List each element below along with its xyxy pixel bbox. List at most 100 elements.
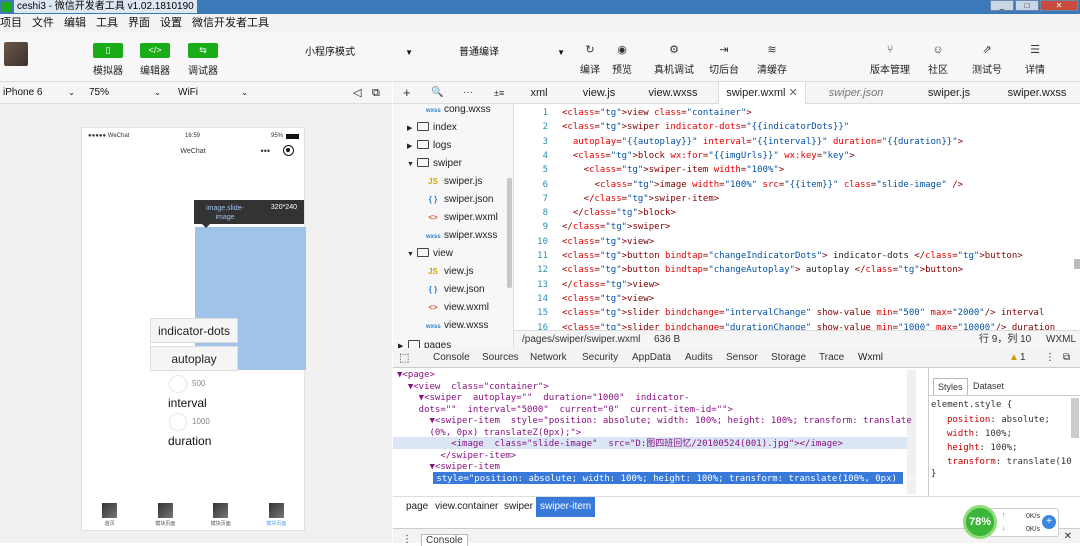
- code-editor[interactable]: 1 2 3 4 5 6 7 8 9 10 11 12 13 14 15 16 <class="tg">view…: [514, 104, 1080, 330]
- wxml-node-line[interactable]: <image class="slide-image" src="D:图四班回忆/…: [397, 439, 843, 451]
- network-select[interactable]: WiFi ⌄: [178, 82, 248, 104]
- breadcrumb-swiper[interactable]: swiper: [504, 497, 533, 517]
- console-tab[interactable]: Console: [421, 534, 468, 546]
- menu-file[interactable]: 文件: [32, 14, 54, 32]
- zoom-select[interactable]: 75% ⌄: [89, 82, 161, 104]
- editor-tab-view-wxss[interactable]: view.wxss: [637, 82, 709, 104]
- editor-button[interactable]: </> 编辑器: [135, 43, 175, 77]
- wxml-node-line[interactable]: (0%, 0px) translateZ(0px);">: [397, 428, 582, 440]
- tree-item-cong-wxss[interactable]: wxss cong.wxss: [426, 104, 491, 119]
- tree-item-swiper-json[interactable]: { } swiper.json: [426, 191, 494, 209]
- mode-select[interactable]: 小程序模式 ▼: [305, 45, 413, 61]
- code-line[interactable]: <class="tg">button bindtap="changeIndica…: [562, 249, 1023, 263]
- style-property-width[interactable]: width: 100%;: [947, 427, 1072, 441]
- inspect-icon[interactable]: ⬚: [399, 348, 409, 368]
- avatar[interactable]: [4, 42, 28, 66]
- code-line[interactable]: autoplay="{{autoplay}}" interval="{{inte…: [562, 135, 963, 149]
- style-property-transform[interactable]: transform: translate(10: [947, 455, 1072, 469]
- more-icon[interactable]: •••: [261, 146, 270, 156]
- tree-item-swiper-wxss[interactable]: wxss swiper.wxss: [426, 227, 497, 245]
- tree-item-index[interactable]: ▶ index: [407, 119, 457, 137]
- code-line[interactable]: </class="tg">swiper-item>: [562, 192, 720, 206]
- devtools-tab-security[interactable]: Security: [582, 348, 618, 368]
- tree-item-swiper[interactable]: ▼ swiper: [407, 155, 462, 173]
- wxml-node-line[interactable]: ▼<swiper-item: [397, 462, 500, 474]
- tab-dataset[interactable]: Dataset: [973, 381, 1004, 391]
- search-icon[interactable]: 🔍: [431, 82, 443, 104]
- styles-scrollbar[interactable]: [1071, 398, 1079, 438]
- menu-edit[interactable]: 编辑: [64, 14, 86, 32]
- tab-module-1[interactable]: 模块页面: [138, 500, 194, 530]
- more-vertical-icon[interactable]: ⋮: [402, 534, 412, 545]
- tree-item-view-wxml[interactable]: <> view.wxml: [426, 299, 489, 317]
- simulator-button[interactable]: ▯ 模拟器: [88, 43, 128, 77]
- close-window-button[interactable]: ✕: [1040, 0, 1078, 11]
- community-button[interactable]: ☺ 社区: [918, 43, 958, 76]
- wxml-node-line[interactable]: style="position: absolute; width: 100%; …: [393, 474, 918, 486]
- volume-icon[interactable]: ◁: [353, 82, 361, 104]
- code-line[interactable]: <class="tg">button bindtap="changeAutopl…: [562, 263, 963, 277]
- editor-tab-swiper-json[interactable]: swiper.json: [814, 82, 898, 104]
- breadcrumb-view-container[interactable]: view.container: [435, 497, 498, 517]
- tab-styles[interactable]: Styles: [933, 378, 968, 395]
- close-tab-icon[interactable]: ✕: [786, 87, 798, 99]
- compile-select[interactable]: 普通编译 ▼: [459, 45, 565, 61]
- editor-tab-xml[interactable]: xml: [514, 82, 564, 104]
- breadcrumb-swiper-item[interactable]: swiper-item: [536, 497, 596, 517]
- code-line[interactable]: </class="tg">block>: [562, 206, 676, 220]
- devtools-tab-sensor[interactable]: Sensor: [726, 348, 758, 368]
- capsule-close-icon[interactable]: [283, 145, 294, 156]
- wxml-node-line[interactable]: </swiper-item>: [397, 451, 516, 463]
- network-monitor-widget[interactable]: ↑ 0K/s ↓ 0K/s + 78%: [963, 505, 1059, 539]
- code-line[interactable]: <class="tg">view>: [562, 235, 654, 249]
- style-property-height[interactable]: height: 100%;: [947, 441, 1072, 455]
- debugger-button[interactable]: ⇆ 调试器: [183, 43, 223, 77]
- wxml-node-line[interactable]: ▼<swiper autoplay="" duration="1000" ind…: [397, 393, 690, 405]
- code-line[interactable]: <class="tg">block wx:for="{{imgUrls}}" w…: [562, 149, 855, 163]
- tree-item-logs[interactable]: ▶ logs: [407, 137, 451, 155]
- tree-item-swiper-wxml[interactable]: <> swiper.wxml: [426, 209, 498, 227]
- style-properties[interactable]: position: absolute; width: 100%; height: 1…: [947, 413, 1072, 469]
- preview-button[interactable]: ◉ 预览: [602, 43, 642, 76]
- clear-cache-button[interactable]: ≋ 清缓存: [752, 43, 792, 76]
- background-button[interactable]: ⇥ 切后台: [704, 43, 744, 76]
- menu-settings[interactable]: 设置: [160, 14, 182, 32]
- code-line[interactable]: <class="tg">slider bindchange="durationC…: [562, 321, 1055, 331]
- tree-item-view-wxss[interactable]: wxss view.wxss: [426, 317, 488, 335]
- test-account-button[interactable]: ⇗ 测试号: [967, 43, 1007, 76]
- detach-window-icon[interactable]: ⧉: [372, 82, 380, 104]
- duration-slider-handle[interactable]: [170, 414, 186, 430]
- tree-item-view-js[interactable]: JS view.js: [426, 263, 473, 281]
- tab-module-3[interactable]: 模块页面: [249, 500, 305, 530]
- menu-devtools[interactable]: 微信开发者工具: [192, 14, 269, 32]
- devtools-tab-sources[interactable]: Sources: [482, 348, 519, 368]
- devtools-tab-wxml[interactable]: Wxml: [858, 348, 883, 370]
- editor-scrollbar[interactable]: [1074, 259, 1080, 269]
- device-select[interactable]: iPhone 6 ⌄: [3, 82, 75, 104]
- menu-project[interactable]: 项目: [0, 14, 22, 32]
- menu-tools[interactable]: 工具: [96, 14, 118, 32]
- tab-home[interactable]: 首页: [82, 500, 138, 530]
- interval-slider-handle[interactable]: [170, 376, 186, 392]
- tree-item-pages[interactable]: ▶ pages: [398, 337, 451, 348]
- caret-right-icon[interactable]: ▶: [407, 138, 417, 156]
- indicator-dots-button[interactable]: indicator-dots: [150, 318, 238, 343]
- breadcrumb-page[interactable]: page: [406, 497, 428, 517]
- wxml-node-line[interactable]: dots="" interval="5000" current="0" curr…: [397, 405, 733, 417]
- tree-item-swiper-js[interactable]: JS swiper.js: [426, 173, 482, 191]
- editor-tab-view-js[interactable]: view.js: [569, 82, 629, 104]
- wxml-node-line[interactable]: ▼<view class="container">: [397, 382, 549, 394]
- maximize-button[interactable]: □: [1015, 0, 1039, 11]
- add-file-icon[interactable]: +: [403, 82, 411, 104]
- more-vertical-icon[interactable]: ⋮: [1045, 348, 1055, 368]
- code-line[interactable]: </class="tg">view>: [562, 278, 660, 292]
- close-icon[interactable]: ✕: [1064, 531, 1072, 542]
- devtools-tab-audits[interactable]: Audits: [685, 348, 713, 368]
- caret-down-icon[interactable]: ▼: [407, 156, 417, 174]
- wxml-node-line[interactable]: ▼<swiper-item style="position: absolute;…: [397, 416, 912, 428]
- dock-icon[interactable]: ⧉: [1063, 348, 1070, 368]
- caret-right-icon[interactable]: ▶: [407, 120, 417, 138]
- code-line[interactable]: <class="tg">swiper-item width="100%">: [562, 163, 785, 177]
- remote-debug-button[interactable]: ⚙ 真机调试: [653, 43, 695, 76]
- style-property-position[interactable]: position: absolute;: [947, 413, 1072, 427]
